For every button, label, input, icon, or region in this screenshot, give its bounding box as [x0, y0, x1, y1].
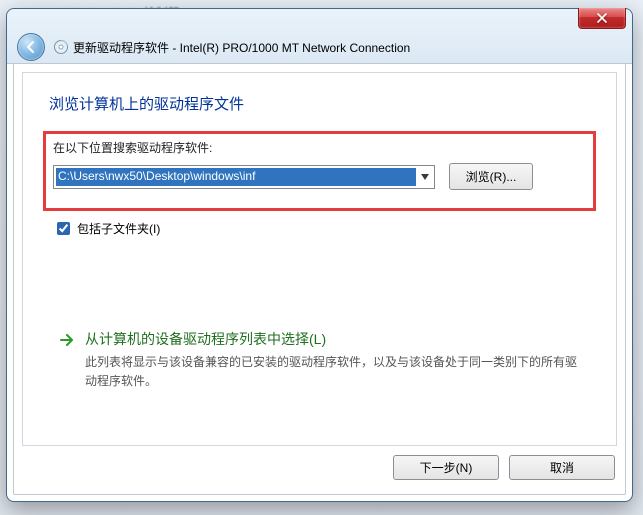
inner-frame: 浏览计算机上的驱动程序文件 在以下位置搜索驱动程序软件: C:\Users\nw… [22, 72, 617, 446]
update-driver-dialog: 更新驱动程序软件 - Intel(R) PRO/1000 MT Network … [6, 8, 633, 502]
close-icon [597, 13, 607, 23]
right-arrow-icon [59, 332, 75, 390]
cancel-button-label: 取消 [550, 459, 574, 476]
back-button[interactable] [17, 33, 45, 61]
driver-path-value: C:\Users\nwx50\Desktop\windows\inf [56, 168, 416, 186]
next-button-label: 下一步(N) [420, 459, 473, 476]
window-title: 更新驱动程序软件 - Intel(R) PRO/1000 MT Network … [73, 39, 410, 56]
search-location-label: 在以下位置搜索驱动程序软件: [53, 139, 212, 156]
driver-path-combobox[interactable]: C:\Users\nwx50\Desktop\windows\inf [53, 165, 435, 189]
window-close-button[interactable] [578, 8, 626, 29]
driver-cd-icon [53, 39, 69, 55]
next-button[interactable]: 下一步(N) [393, 455, 499, 480]
include-subfolders-checkbox[interactable] [57, 222, 70, 235]
pick-from-list-title: 从计算机的设备驱动程序列表中选择(L) [85, 329, 586, 349]
cancel-button[interactable]: 取消 [509, 455, 615, 480]
dropdown-arrow-icon[interactable] [416, 166, 434, 188]
back-arrow-icon [24, 40, 38, 54]
pick-from-list-option[interactable]: 从计算机的设备驱动程序列表中选择(L) 此列表将显示与该设备兼容的已安装的驱动程… [59, 329, 586, 390]
browse-button-label: 浏览(R)... [466, 168, 517, 185]
pick-from-list-desc: 此列表将显示与该设备兼容的已安装的驱动程序软件，以及与该设备处于同一类别下的所有… [85, 353, 586, 390]
dialog-footer: 下一步(N) 取消 [24, 450, 615, 484]
include-subfolders-label: 包括子文件夹(I) [77, 220, 160, 237]
content-area: 浏览计算机上的驱动程序文件 在以下位置搜索驱动程序软件: C:\Users\nw… [13, 63, 626, 495]
browse-button[interactable]: 浏览(R)... [449, 163, 533, 190]
titlebar: 更新驱动程序软件 - Intel(R) PRO/1000 MT Network … [7, 9, 632, 64]
page-heading: 浏览计算机上的驱动程序文件 [49, 93, 244, 114]
